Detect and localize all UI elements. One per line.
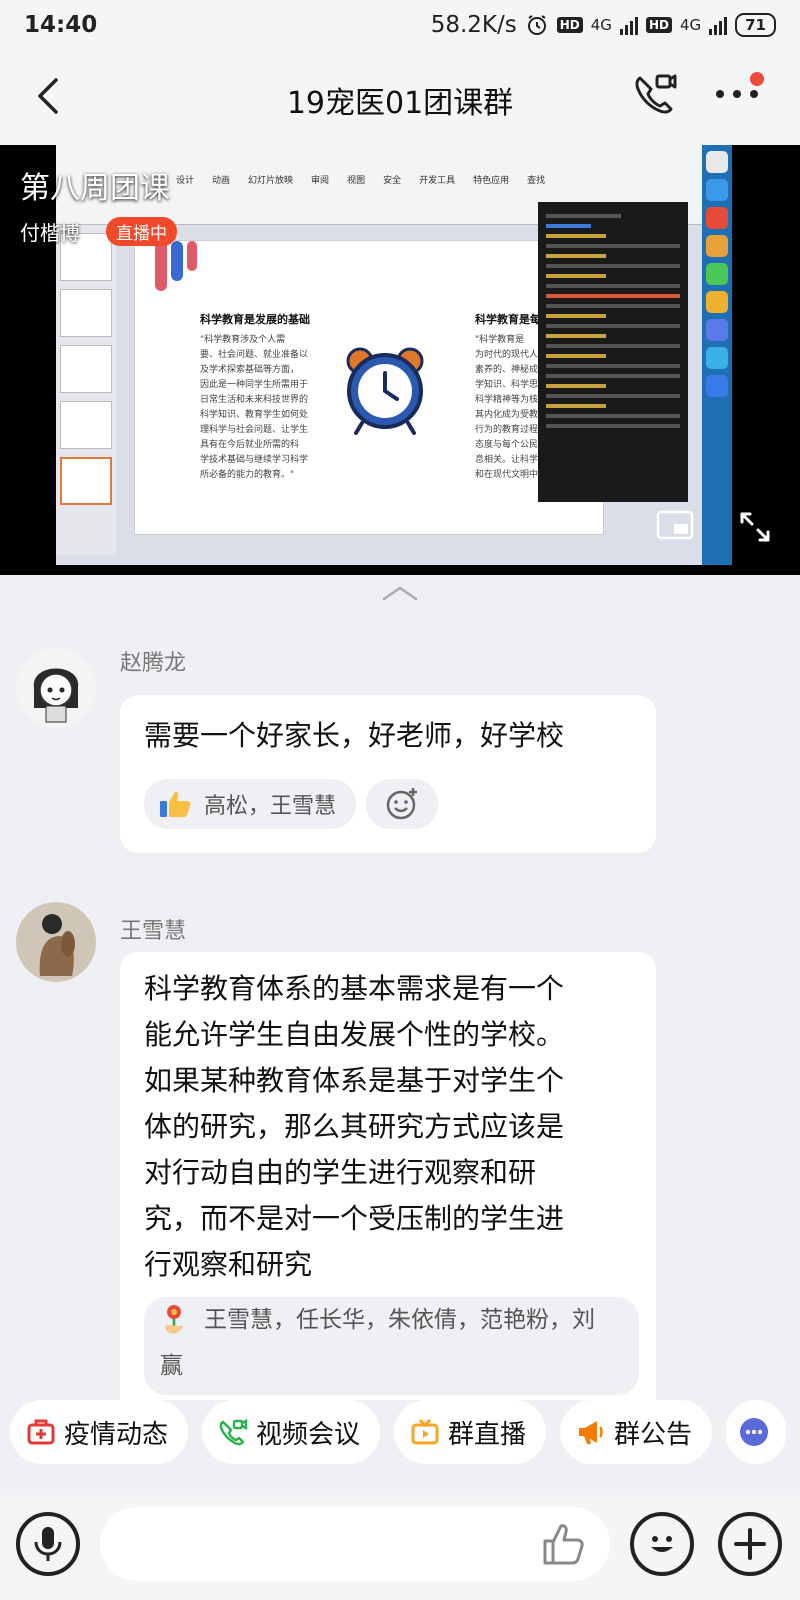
ribbon-tab: 查找 <box>527 176 546 186</box>
chat-header: 19宠医01团课群 <box>0 50 800 145</box>
quick-action-label: 视频会议 <box>256 1419 361 1450</box>
live-stream-player[interactable]: 设计 动画 幻灯片放映 审阅 视图 安全 开发工具 特色应用 查找 科学教育是发… <box>0 145 800 575</box>
medical-kit-icon <box>27 1419 55 1445</box>
reactors: 高松，王雪慧 <box>204 794 337 819</box>
emoji-add-icon <box>386 788 418 820</box>
quick-action-group-live[interactable]: 群直播 <box>394 1400 547 1464</box>
desktop-taskbar <box>702 145 732 565</box>
notification-dot <box>750 72 764 86</box>
message-bubble[interactable]: 科学教育体系的基本需求是有一个 能允许学生自由发展个性的学校。 如果某种教育体系… <box>120 952 656 1400</box>
status-time: 14:40 <box>24 12 98 38</box>
avatar[interactable] <box>16 648 96 728</box>
sender-name: 赵腾龙 <box>120 651 187 676</box>
video-call-icon <box>219 1418 248 1446</box>
network-type: 4G <box>590 16 612 34</box>
live-host-name: 付楷博 <box>20 221 80 245</box>
quick-action-announcement[interactable]: 群公告 <box>560 1400 713 1464</box>
ribbon-tab: 幻灯片放映 <box>248 176 294 186</box>
add-reaction-button[interactable] <box>366 779 439 829</box>
ribbon-tab: 开发工具 <box>419 176 456 186</box>
quick-action-video-meeting[interactable]: 视频会议 <box>202 1400 381 1464</box>
message-text: 需要一个好家长，好老师，好学校 <box>144 719 565 752</box>
reactors: 王雪慧，任长华，朱依倩，范艳粉，刘 <box>204 1307 595 1333</box>
current-slide: 科学教育是发展的基础 科学教育是每个 "科学教育涉及个人需 要、社会问题、就业准备… <box>134 240 604 535</box>
live-status-badge: 直播中 <box>106 217 177 246</box>
phone-video-icon[interactable] <box>630 70 680 120</box>
megaphone-icon <box>579 1421 603 1444</box>
quick-action-bar: 疫情动态 视频会议 群直播 群公告 <box>0 1400 800 1480</box>
network-type: 4G <box>679 16 702 34</box>
plus-button[interactable] <box>718 1512 782 1576</box>
microphone-icon <box>34 1527 62 1561</box>
message-input[interactable] <box>100 1507 610 1581</box>
quick-action-more[interactable] <box>726 1400 787 1464</box>
slide-thumbnails <box>56 225 116 555</box>
slide-decoration <box>155 241 197 291</box>
slide-text-right: "科学教育是 为时代的现代人所 素养的、神秘成熟 学知识、科学思想 科学精神等为核 其内化… <box>475 335 548 480</box>
emoji-icon <box>651 1536 673 1552</box>
emoji-button[interactable] <box>630 1512 694 1576</box>
network-speed: 58.2K/s <box>430 12 517 38</box>
ribbon-tab: 视图 <box>347 176 366 186</box>
signal-icon <box>619 15 638 35</box>
hd-badge: HD <box>645 17 672 33</box>
user-avatar-icon <box>16 648 96 728</box>
voice-button[interactable] <box>16 1512 80 1576</box>
picture-in-picture-icon[interactable] <box>656 510 694 540</box>
signal-icon <box>709 15 728 35</box>
message-text: 科学教育体系的基本需求是有一个 能允许学生自由发展个性的学校。 如果某种教育体系… <box>144 972 565 1281</box>
alarm-clock-icon <box>346 347 424 435</box>
slide-text-left: "科学教育涉及个人需 要、社会问题、就业准备以 及学术探索基础等方面， 因此是一种同学… <box>200 335 309 480</box>
reaction-chip[interactable]: 高松，王雪慧 <box>144 779 357 829</box>
ribbon-tab: 安全 <box>383 176 402 186</box>
quick-action-epidemic[interactable]: 疫情动态 <box>10 1400 189 1464</box>
quick-action-label: 群公告 <box>614 1419 693 1450</box>
quick-action-label: 疫情动态 <box>64 1419 169 1450</box>
user-avatar-icon <box>16 902 96 982</box>
live-comment-panel <box>538 202 688 502</box>
quick-action-label: 群直播 <box>448 1419 527 1450</box>
thumbs-up-icon <box>160 791 191 817</box>
message-bubble[interactable]: 需要一个好家长，好老师，好学校 高松，王雪慧 <box>120 695 656 853</box>
shared-screen: 设计 动画 幻灯片放映 审阅 视图 安全 开发工具 特色应用 查找 科学教育是发… <box>56 145 726 565</box>
reactors-continued: 赢 <box>160 1353 183 1379</box>
reaction-row: 高松，王雪慧 <box>144 779 439 829</box>
battery-indicator: 71 <box>735 13 776 37</box>
thumbs-up-outline-icon[interactable] <box>540 1521 586 1567</box>
ribbon-tab: 动画 <box>212 176 231 186</box>
live-tv-icon <box>411 1418 439 1445</box>
hd-badge: HD <box>556 17 583 33</box>
ribbon-tab: 审阅 <box>311 176 330 186</box>
chevron-up-icon[interactable] <box>380 585 420 601</box>
plus-icon <box>734 1528 766 1560</box>
avatar[interactable] <box>16 902 96 982</box>
sender-name: 王雪慧 <box>120 919 187 944</box>
flower-icon <box>165 1305 183 1334</box>
reaction-chip[interactable]: 王雪慧，任长华，朱依倩，范艳粉，刘 赢 <box>144 1297 639 1395</box>
live-title: 第八周团课 <box>20 171 170 206</box>
fullscreen-expand-icon[interactable] <box>738 510 772 544</box>
status-bar: 14:40 58.2K/s HD 4G HD 4G 71 <box>0 0 800 50</box>
slide-heading-left: 科学教育是发展的基础 <box>200 313 310 326</box>
alarm-icon <box>527 15 546 35</box>
more-dots-icon[interactable] <box>716 90 758 98</box>
ribbon-tab: 设计 <box>176 176 195 186</box>
ribbon-tab: 特色应用 <box>473 176 510 186</box>
input-bar <box>0 1495 800 1600</box>
group-title: 19宠医01团课群 <box>286 86 514 121</box>
more-circle-icon <box>740 1418 769 1446</box>
